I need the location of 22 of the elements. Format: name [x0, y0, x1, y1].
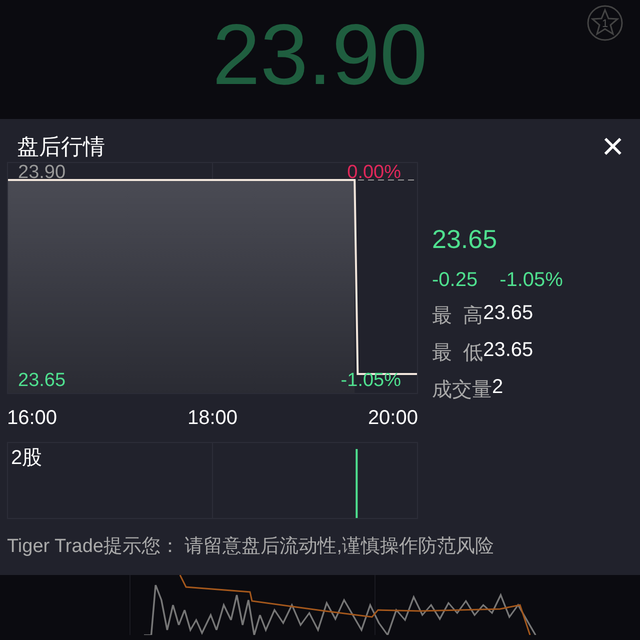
stat-value: 23.65	[483, 338, 534, 363]
price-change: -0.25	[432, 268, 478, 292]
volume-bar	[356, 448, 358, 518]
time-label: 16:00	[7, 408, 58, 428]
time-label: 18:00	[187, 408, 238, 428]
time-label: 20:00	[368, 408, 418, 428]
percent-change: -1.05%	[500, 268, 563, 292]
panel-title: 盘后行情	[17, 132, 105, 161]
stat-value: 23.65	[483, 302, 534, 326]
after-hours-price: 23.65	[432, 224, 498, 255]
volume-label: 2股	[11, 448, 42, 468]
stat-label: 最 高	[432, 304, 484, 329]
close-button[interactable]: ×	[602, 132, 624, 162]
last-price: 23.90	[212, 12, 428, 105]
price-label: 23.90	[18, 162, 66, 182]
stat-value: 2	[492, 376, 504, 400]
stat-label: 最 低	[432, 340, 484, 366]
price-label: 23.65	[18, 370, 66, 390]
risk-notice: Tiger Trade提示您： 请留意盘后流动性,谨慎操作防范风险	[6, 534, 496, 559]
percent-label: 0.00%	[347, 162, 401, 182]
percent-label: -1.05%	[340, 370, 401, 390]
stat-label: 成交量	[432, 378, 492, 403]
